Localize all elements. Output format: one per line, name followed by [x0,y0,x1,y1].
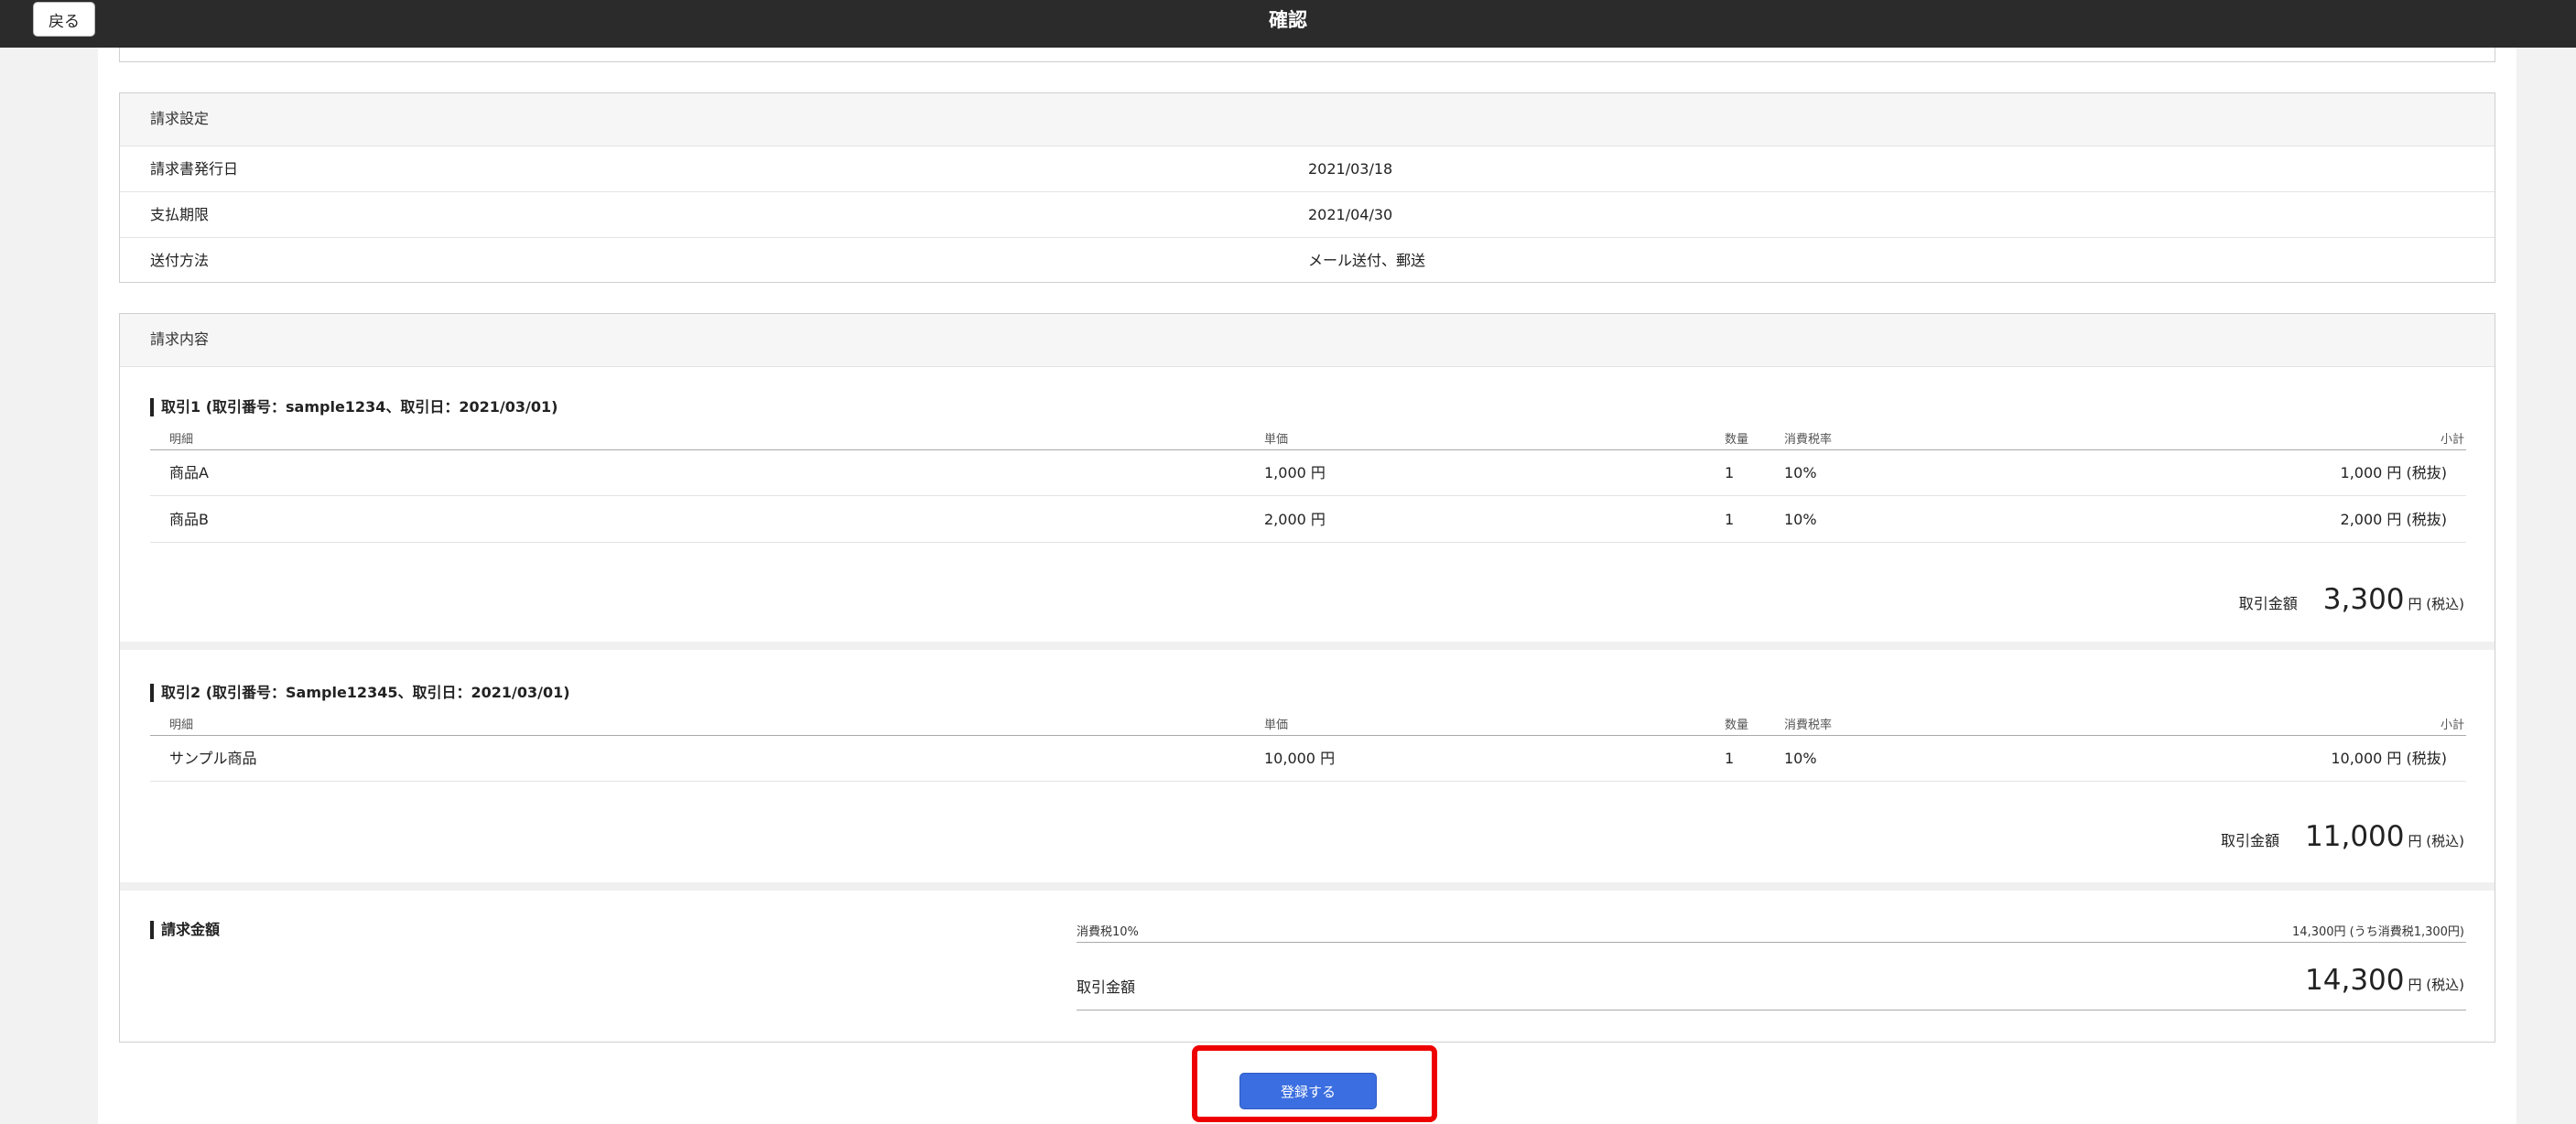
setting-row-due-date: 支払期限 2021/04/30 [120,192,2495,238]
billing-summary-title: 請求金額 [150,921,220,939]
table-row: 商品A 1,000 円 1 10% 1,000 円 (税抜) [150,450,2466,496]
transaction-total-value: 3,300 [2322,583,2405,616]
column-header-tax-rate: 消費税率 [1784,433,1833,447]
column-header-tax-rate: 消費税率 [1784,719,1833,732]
billing-total: 14,300 円 (税込) [2305,964,2464,997]
previous-panel-edge [119,48,2495,62]
setting-label: 支払期限 [150,206,210,223]
section-divider [120,882,2495,891]
transaction-1: 取引1 (取引番号：sample1234、取引日：2021/03/01) 明細 … [120,367,2495,642]
tax-breakdown: 14,300円 (うち消費税1,300円) [2292,925,2464,939]
column-header-subtotal: 小計 [2440,433,2464,447]
setting-label: 請求書発行日 [150,160,239,178]
billing-content-panel: 請求内容 取引1 (取引番号：sample1234、取引日：2021/03/01… [119,313,2495,1043]
column-header-quantity: 数量 [1725,433,1749,447]
transaction-title: 取引2 (取引番号：Sample12345、取引日：2021/03/01) [150,684,570,702]
billing-settings-title: 請求設定 [120,93,2495,146]
billing-content-title: 請求内容 [120,314,2495,367]
subtotal: 10,000 円 (税抜) [2331,750,2447,767]
billing-total-unit: 円 (税込) [2408,977,2464,993]
quantity: 1 [1725,750,1735,767]
column-header-unit-price: 単価 [1264,719,1289,732]
table-row: サンプル商品 10,000 円 1 10% 10,000 円 (税抜) [150,736,2466,782]
billing-total-label: 取引金額 [1077,978,1136,996]
billing-total-value: 14,300 [2305,964,2405,997]
column-header-quantity: 数量 [1725,719,1749,732]
subtotal: 1,000 円 (税抜) [2340,464,2447,481]
transaction-title: 取引1 (取引番号：sample1234、取引日：2021/03/01) [150,398,557,416]
transaction-total: 取引金額 3,300 円 (税込) [2239,583,2464,616]
unit-price: 10,000 円 [1264,750,1336,767]
item-name: 商品B [169,511,209,528]
register-button[interactable]: 登録する [1239,1073,1377,1109]
column-header-unit-price: 単価 [1264,433,1289,447]
setting-label: 送付方法 [150,252,210,269]
column-header-item: 明細 [169,433,194,447]
quantity: 1 [1725,464,1735,481]
transaction-total-unit: 円 (税込) [2408,833,2464,849]
column-header-subtotal: 小計 [2440,719,2464,732]
transaction-total-value: 11,000 [2305,820,2405,853]
summary-divider [1077,942,2466,943]
top-bar: 戻る 確認 [0,0,2576,48]
setting-row-delivery-method: 送付方法 メール送付、郵送 [120,238,2495,284]
setting-value: メール送付、郵送 [1308,252,1426,269]
item-name: サンプル商品 [169,750,257,767]
page-title: 確認 [1269,9,1307,31]
unit-price: 2,000 円 [1264,511,1326,528]
transaction-2: 取引2 (取引番号：Sample12345、取引日：2021/03/01) 明細… [120,650,2495,882]
section-divider [120,642,2495,650]
transaction-total-label: 取引金額 [2238,595,2298,612]
transaction-total: 取引金額 11,000 円 (税込) [2221,820,2464,853]
transaction-total-unit: 円 (税込) [2408,596,2464,612]
quantity: 1 [1725,511,1735,528]
item-name: 商品A [169,464,209,481]
tax-rate-label: 消費税10% [1077,925,1139,939]
table-row: 商品B 2,000 円 1 10% 2,000 円 (税抜) [150,497,2466,543]
summary-bottom-line [1077,1010,2466,1011]
column-header-item: 明細 [169,719,194,732]
billing-summary: 請求金額 消費税10% 14,300円 (うち消費税1,300円) 取引金額 1… [120,891,2495,1037]
subtotal: 2,000 円 (税抜) [2340,511,2447,528]
setting-value: 2021/04/30 [1308,206,1393,223]
tax-rate: 10% [1784,511,1817,528]
tax-rate: 10% [1784,750,1817,767]
setting-row-issue-date: 請求書発行日 2021/03/18 [120,146,2495,192]
transaction-total-label: 取引金額 [2221,832,2280,849]
billing-settings-panel: 請求設定 請求書発行日 2021/03/18 支払期限 2021/04/30 送… [119,92,2495,283]
unit-price: 1,000 円 [1264,464,1326,481]
setting-value: 2021/03/18 [1308,160,1393,178]
tax-rate: 10% [1784,464,1817,481]
